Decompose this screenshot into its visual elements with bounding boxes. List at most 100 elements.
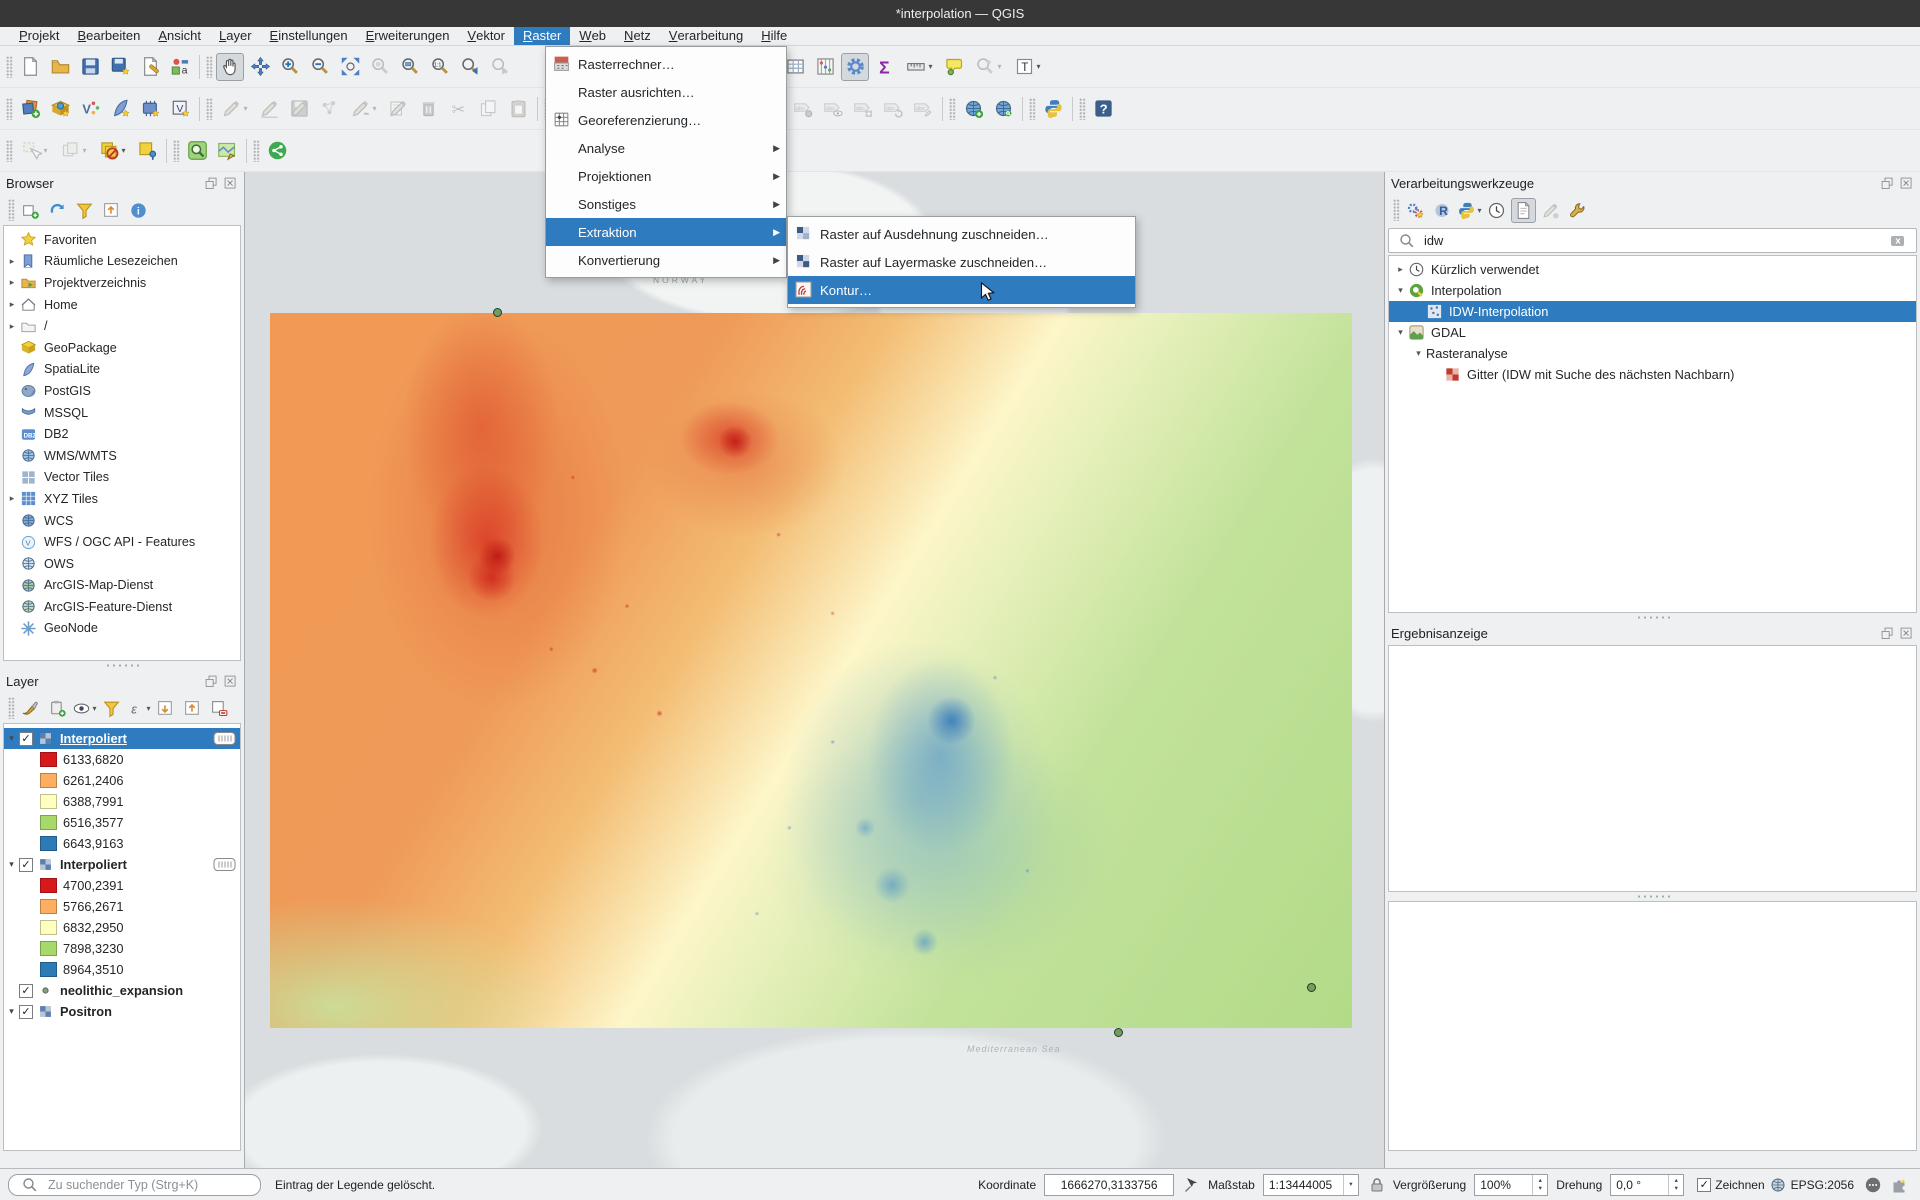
spin-arrows[interactable]: ▴▾ xyxy=(1532,1175,1547,1195)
browser-item-mssql[interactable]: MSSQL xyxy=(4,402,240,424)
rotation-spinbox[interactable]: 0,0 ° ▴▾ xyxy=(1610,1174,1684,1196)
layer-row-interpoliert[interactable]: ▾✓Interpoliert xyxy=(4,854,240,875)
results-viewer-button[interactable] xyxy=(1511,198,1536,223)
float-panel-icon[interactable] xyxy=(1880,626,1895,641)
float-panel-icon[interactable] xyxy=(204,674,219,689)
expand-all-button[interactable] xyxy=(153,696,178,721)
layer-overlap-button[interactable]: ▾ xyxy=(94,137,131,165)
toolbar-handle[interactable] xyxy=(6,56,13,78)
browser-item-räumliche-lesezeichen[interactable]: ▸Räumliche Lesezeichen xyxy=(4,251,240,273)
expand-arrow-icon[interactable]: ▾ xyxy=(4,733,19,744)
menubar-item-einstellungen[interactable]: Einstellungen xyxy=(261,27,357,45)
submenu-item-raster-auf-layermaske-zuschneiden[interactable]: Raster auf Layermaske zuschneiden… xyxy=(788,248,1135,276)
spin-arrows[interactable]: ▴▾ xyxy=(1668,1175,1683,1195)
browser-item-wfs-/-ogc-api-features[interactable]: VWFS / OGC API - Features xyxy=(4,531,240,553)
crs-globe-icon[interactable] xyxy=(1769,1176,1787,1194)
panel-splitter[interactable] xyxy=(1385,892,1920,901)
add-delimited-text-layer-button[interactable]: V xyxy=(76,95,104,123)
close-panel-icon[interactable] xyxy=(1899,626,1914,641)
zoom-last-button[interactable] xyxy=(456,53,484,81)
news-plugin-icon[interactable] xyxy=(1890,1176,1908,1194)
add-virtual-layer-button[interactable]: V xyxy=(166,95,194,123)
float-panel-icon[interactable] xyxy=(1880,176,1895,191)
open-project-button[interactable] xyxy=(46,53,74,81)
metasearch-button[interactable] xyxy=(989,95,1017,123)
raster-menu-item-raster-ausrichten[interactable]: Raster ausrichten… xyxy=(546,78,786,106)
menubar-item-netz[interactable]: Netz xyxy=(615,27,660,45)
browser-add-selected-layers-button[interactable] xyxy=(18,198,43,223)
clear-search-icon[interactable] xyxy=(1889,232,1907,250)
processing-models-button[interactable] xyxy=(1403,198,1428,223)
processing-item-rasteranalyse[interactable]: ▾Rasteranalyse xyxy=(1389,343,1916,364)
layer-extent-badge[interactable] xyxy=(213,857,236,872)
zoom-out-button[interactable] xyxy=(306,53,334,81)
spatial-bookmark-button[interactable] xyxy=(133,137,161,165)
browser-item-vector-tiles[interactable]: Vector Tiles xyxy=(4,467,240,489)
osm-edit-button[interactable] xyxy=(213,137,241,165)
processing-options-button[interactable] xyxy=(1565,198,1590,223)
project-properties-button[interactable] xyxy=(136,53,164,81)
expand-arrow-icon[interactable]: ▸ xyxy=(4,256,20,267)
processing-item-gitter-idw-mit-suche-des-nächsten-nachbarn[interactable]: Gitter (IDW mit Suche des nächsten Nachb… xyxy=(1389,364,1916,385)
processing-item-interpolation[interactable]: ▾Interpolation xyxy=(1389,280,1916,301)
processing-search[interactable] xyxy=(1388,228,1917,253)
browser-item-favoriten[interactable]: Favoriten xyxy=(4,229,240,251)
layer-visibility-checkbox[interactable]: ✓ xyxy=(19,984,33,998)
add-group-button[interactable] xyxy=(45,696,70,721)
remove-layer-button[interactable] xyxy=(207,696,232,721)
menubar-item-hilfe[interactable]: Hilfe xyxy=(752,27,796,45)
toolbar-handle[interactable] xyxy=(8,697,15,719)
manage-map-themes-button[interactable]: ▾ xyxy=(72,696,97,721)
browser-collapse-all-button[interactable] xyxy=(99,198,124,223)
browser-item-home[interactable]: ▸Home xyxy=(4,294,240,316)
text-annotation-button[interactable]: T▾ xyxy=(1009,53,1046,81)
metasearch-add-button[interactable] xyxy=(959,95,987,123)
statusbar-locator[interactable] xyxy=(8,1174,261,1196)
float-panel-icon[interactable] xyxy=(204,176,219,191)
collapse-all-button[interactable] xyxy=(180,696,205,721)
map-canvas[interactable]: NORWAY Mediterranean Sea xyxy=(245,172,1384,1168)
pan-to-selection-button[interactable] xyxy=(246,53,274,81)
zoom-in-button[interactable] xyxy=(276,53,304,81)
add-spatialite-layer-button[interactable] xyxy=(106,95,134,123)
panel-splitter[interactable] xyxy=(1385,613,1920,622)
raster-menu-item-sonstiges[interactable]: Sonstiges▶ xyxy=(546,190,786,218)
menubar-item-layer[interactable]: Layer xyxy=(210,27,261,45)
python-console-button[interactable] xyxy=(1039,95,1067,123)
layer-extent-badge[interactable] xyxy=(213,731,236,746)
statistical-summary-button[interactable] xyxy=(811,53,839,81)
open-layer-styling-button[interactable] xyxy=(18,696,43,721)
browser-item-geopackage[interactable]: GeoPackage xyxy=(4,337,240,359)
pan-map-button[interactable] xyxy=(216,53,244,81)
layer-visibility-checkbox[interactable]: ✓ xyxy=(19,732,33,746)
lock-scale-icon[interactable] xyxy=(1368,1176,1386,1194)
processing-toolbox-button[interactable] xyxy=(841,53,869,81)
submenu-item-raster-auf-ausdehnung-zuschneiden[interactable]: Raster auf Ausdehnung zuschneiden… xyxy=(788,220,1135,248)
raster-menu-item-projektionen[interactable]: Projektionen▶ xyxy=(546,162,786,190)
search-plugin-button[interactable] xyxy=(183,137,211,165)
browser-item-/[interactable]: ▸/ xyxy=(4,315,240,337)
layer-row-neolithic-expansion[interactable]: ✓neolithic_expansion xyxy=(4,980,240,1001)
save-project-as-button[interactable] xyxy=(106,53,134,81)
expand-arrow-icon[interactable]: ▸ xyxy=(4,321,20,332)
raster-menu-item-analyse[interactable]: Analyse▶ xyxy=(546,134,786,162)
toolbar-handle[interactable] xyxy=(206,98,213,120)
style-manager-button[interactable]: a xyxy=(166,53,194,81)
raster-menu-item-rasterrechner[interactable]: Rasterrechner… xyxy=(546,50,786,78)
add-vector-layer-button[interactable] xyxy=(16,95,44,123)
zoom-to-layer-button[interactable] xyxy=(396,53,424,81)
processing-search-input[interactable] xyxy=(1424,233,1885,248)
menubar-item-erweiterungen[interactable]: Erweiterungen xyxy=(357,27,459,45)
layer-visibility-checkbox[interactable]: ✓ xyxy=(19,1005,33,1019)
toolbar-handle[interactable] xyxy=(949,98,956,120)
raster-menu-item-konvertierung[interactable]: Konvertierung▶ xyxy=(546,246,786,274)
browser-item-projektverzeichnis[interactable]: ▸Projektverzeichnis xyxy=(4,272,240,294)
coordinate-field[interactable]: 1666270,3133756 xyxy=(1044,1174,1174,1196)
browser-properties-button[interactable]: i xyxy=(126,198,151,223)
menubar-item-web[interactable]: Web xyxy=(570,27,615,45)
locator-input[interactable] xyxy=(48,1178,252,1192)
show-statistics-button[interactable]: Σ xyxy=(871,53,899,81)
measure-button[interactable]: ▾ xyxy=(901,53,938,81)
browser-item-arcgis-map-dienst[interactable]: ArcGIS-Map-Dienst xyxy=(4,575,240,597)
browser-filter-button[interactable] xyxy=(72,198,97,223)
